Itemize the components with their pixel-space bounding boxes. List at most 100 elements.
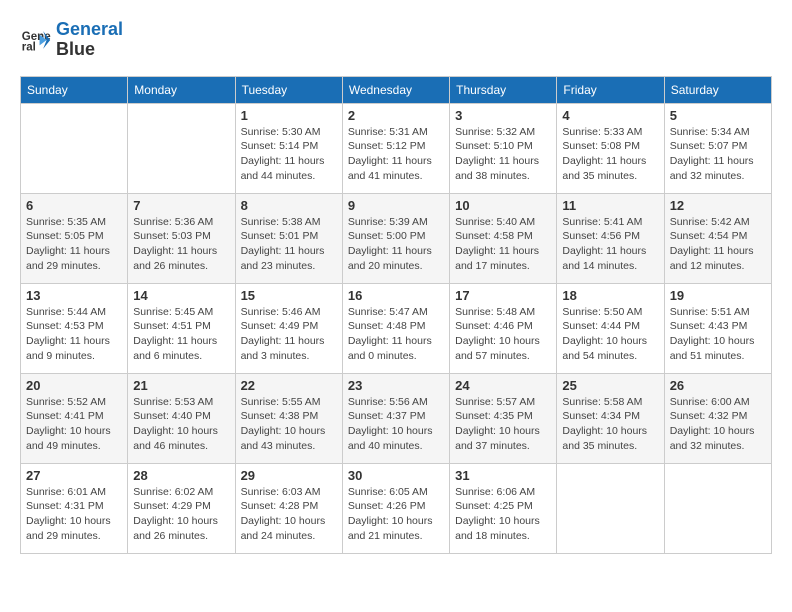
calendar-cell: 15Sunrise: 5:46 AM Sunset: 4:49 PM Dayli… xyxy=(235,283,342,373)
calendar-table: SundayMondayTuesdayWednesdayThursdayFrid… xyxy=(20,76,772,554)
calendar-cell: 29 Sunrise: 6:03 AM Sunset: 4:28 PM Dayli… xyxy=(235,463,342,553)
day-number: 30 xyxy=(348,468,444,483)
day-number: 9 xyxy=(348,198,444,213)
day-info: Sunrise: 6:00 AM Sunset: 4:32 PM Dayligh… xyxy=(670,395,766,454)
day-info: Sunrise: 5:55 AM Sunset: 4:38 PM Dayligh… xyxy=(241,395,337,454)
day-number: 18 xyxy=(562,288,658,303)
day-number: 11 xyxy=(562,198,658,213)
calendar-cell: 23 Sunrise: 5:56 AM Sunset: 4:37 PM Dayli… xyxy=(342,373,449,463)
day-info: Sunrise: 5:31 AM Sunset: 5:12 PM Dayligh… xyxy=(348,125,444,184)
day-number: 31 xyxy=(455,468,551,483)
calendar-cell: 7 Sunrise: 5:36 AM Sunset: 5:03 PM Daylig… xyxy=(128,193,235,283)
day-number: 21 xyxy=(133,378,229,393)
day-number: 12 xyxy=(670,198,766,213)
weekday-header-thursday: Thursday xyxy=(450,76,557,103)
day-number: 22 xyxy=(241,378,337,393)
calendar-cell: 8 Sunrise: 5:38 AM Sunset: 5:01 PM Daylig… xyxy=(235,193,342,283)
day-info: Sunrise: 5:48 AM Sunset: 4:46 PM Dayligh… xyxy=(455,305,551,364)
day-info: Sunrise: 5:41 AM Sunset: 4:56 PM Dayligh… xyxy=(562,215,658,274)
day-number: 8 xyxy=(241,198,337,213)
page-header: Gene ral General Blue xyxy=(20,20,772,60)
calendar-cell: 16Sunrise: 5:47 AM Sunset: 4:48 PM Dayli… xyxy=(342,283,449,373)
day-info: Sunrise: 5:30 AM Sunset: 5:14 PM Dayligh… xyxy=(241,125,337,184)
day-number: 29 xyxy=(241,468,337,483)
calendar-cell xyxy=(664,463,771,553)
day-number: 7 xyxy=(133,198,229,213)
day-info: Sunrise: 5:36 AM Sunset: 5:03 PM Dayligh… xyxy=(133,215,229,274)
day-number: 4 xyxy=(562,108,658,123)
weekday-header-row: SundayMondayTuesdayWednesdayThursdayFrid… xyxy=(21,76,772,103)
day-info: Sunrise: 5:51 AM Sunset: 4:43 PM Dayligh… xyxy=(670,305,766,364)
day-info: Sunrise: 5:44 AM Sunset: 4:53 PM Dayligh… xyxy=(26,305,122,364)
weekday-header-sunday: Sunday xyxy=(21,76,128,103)
calendar-cell: 25Sunrise: 5:58 AM Sunset: 4:34 PM Dayli… xyxy=(557,373,664,463)
calendar-cell: 2 Sunrise: 5:31 AM Sunset: 5:12 PM Daylig… xyxy=(342,103,449,193)
calendar-cell: 17 Sunrise: 5:48 AM Sunset: 4:46 PM Dayli… xyxy=(450,283,557,373)
week-row-3: 13 Sunrise: 5:44 AM Sunset: 4:53 PM Dayli… xyxy=(21,283,772,373)
calendar-cell: 3 Sunrise: 5:32 AM Sunset: 5:10 PM Daylig… xyxy=(450,103,557,193)
day-info: Sunrise: 6:01 AM Sunset: 4:31 PM Dayligh… xyxy=(26,485,122,544)
day-info: Sunrise: 5:38 AM Sunset: 5:01 PM Dayligh… xyxy=(241,215,337,274)
calendar-cell: 20 Sunrise: 5:52 AM Sunset: 4:41 PM Dayli… xyxy=(21,373,128,463)
weekday-header-monday: Monday xyxy=(128,76,235,103)
day-info: Sunrise: 5:58 AM Sunset: 4:34 PM Dayligh… xyxy=(562,395,658,454)
weekday-header-tuesday: Tuesday xyxy=(235,76,342,103)
day-number: 14 xyxy=(133,288,229,303)
day-info: Sunrise: 5:40 AM Sunset: 4:58 PM Dayligh… xyxy=(455,215,551,274)
day-info: Sunrise: 5:47 AM Sunset: 4:48 PM Dayligh… xyxy=(348,305,444,364)
day-info: Sunrise: 6:03 AM Sunset: 4:28 PM Dayligh… xyxy=(241,485,337,544)
day-info: Sunrise: 5:32 AM Sunset: 5:10 PM Dayligh… xyxy=(455,125,551,184)
day-number: 2 xyxy=(348,108,444,123)
week-row-5: 27 Sunrise: 6:01 AM Sunset: 4:31 PM Dayli… xyxy=(21,463,772,553)
calendar-cell: 26 Sunrise: 6:00 AM Sunset: 4:32 PM Dayli… xyxy=(664,373,771,463)
svg-text:ral: ral xyxy=(22,41,36,53)
day-info: Sunrise: 6:02 AM Sunset: 4:29 PM Dayligh… xyxy=(133,485,229,544)
day-info: Sunrise: 5:56 AM Sunset: 4:37 PM Dayligh… xyxy=(348,395,444,454)
day-number: 28 xyxy=(133,468,229,483)
day-info: Sunrise: 5:34 AM Sunset: 5:07 PM Dayligh… xyxy=(670,125,766,184)
calendar-cell: 9 Sunrise: 5:39 AM Sunset: 5:00 PM Daylig… xyxy=(342,193,449,283)
day-number: 13 xyxy=(26,288,122,303)
calendar-cell: 22 Sunrise: 5:55 AM Sunset: 4:38 PM Dayli… xyxy=(235,373,342,463)
day-info: Sunrise: 5:35 AM Sunset: 5:05 PM Dayligh… xyxy=(26,215,122,274)
calendar-cell: 12 Sunrise: 5:42 AM Sunset: 4:54 PM Dayli… xyxy=(664,193,771,283)
day-info: Sunrise: 5:50 AM Sunset: 4:44 PM Dayligh… xyxy=(562,305,658,364)
day-info: Sunrise: 5:39 AM Sunset: 5:00 PM Dayligh… xyxy=(348,215,444,274)
logo-icon: Gene ral xyxy=(20,24,52,56)
calendar-cell: 6Sunrise: 5:35 AM Sunset: 5:05 PM Daylig… xyxy=(21,193,128,283)
calendar-cell: 14Sunrise: 5:45 AM Sunset: 4:51 PM Dayli… xyxy=(128,283,235,373)
day-info: Sunrise: 6:05 AM Sunset: 4:26 PM Dayligh… xyxy=(348,485,444,544)
day-number: 3 xyxy=(455,108,551,123)
day-info: Sunrise: 5:52 AM Sunset: 4:41 PM Dayligh… xyxy=(26,395,122,454)
calendar-cell: 28 Sunrise: 6:02 AM Sunset: 4:29 PM Dayli… xyxy=(128,463,235,553)
day-info: Sunrise: 5:53 AM Sunset: 4:40 PM Dayligh… xyxy=(133,395,229,454)
day-number: 27 xyxy=(26,468,122,483)
calendar-cell: 30 Sunrise: 6:05 AM Sunset: 4:26 PM Dayli… xyxy=(342,463,449,553)
weekday-header-saturday: Saturday xyxy=(664,76,771,103)
weekday-header-wednesday: Wednesday xyxy=(342,76,449,103)
calendar-cell: 1 Sunrise: 5:30 AM Sunset: 5:14 PM Daylig… xyxy=(235,103,342,193)
day-number: 24 xyxy=(455,378,551,393)
week-row-2: 6Sunrise: 5:35 AM Sunset: 5:05 PM Daylig… xyxy=(21,193,772,283)
day-number: 20 xyxy=(26,378,122,393)
calendar-cell xyxy=(557,463,664,553)
day-number: 1 xyxy=(241,108,337,123)
weekday-header-friday: Friday xyxy=(557,76,664,103)
calendar-cell: 18 Sunrise: 5:50 AM Sunset: 4:44 PM Dayli… xyxy=(557,283,664,373)
day-info: Sunrise: 5:57 AM Sunset: 4:35 PM Dayligh… xyxy=(455,395,551,454)
calendar-cell: 19 Sunrise: 5:51 AM Sunset: 4:43 PM Dayli… xyxy=(664,283,771,373)
day-number: 23 xyxy=(348,378,444,393)
day-number: 17 xyxy=(455,288,551,303)
week-row-4: 20 Sunrise: 5:52 AM Sunset: 4:41 PM Dayli… xyxy=(21,373,772,463)
day-number: 26 xyxy=(670,378,766,393)
day-number: 5 xyxy=(670,108,766,123)
calendar-cell: 31Sunrise: 6:06 AM Sunset: 4:25 PM Dayli… xyxy=(450,463,557,553)
day-info: Sunrise: 5:42 AM Sunset: 4:54 PM Dayligh… xyxy=(670,215,766,274)
calendar-cell xyxy=(21,103,128,193)
calendar-cell: 13 Sunrise: 5:44 AM Sunset: 4:53 PM Dayli… xyxy=(21,283,128,373)
day-info: Sunrise: 5:46 AM Sunset: 4:49 PM Dayligh… xyxy=(241,305,337,364)
day-number: 19 xyxy=(670,288,766,303)
week-row-1: 1 Sunrise: 5:30 AM Sunset: 5:14 PM Daylig… xyxy=(21,103,772,193)
calendar-cell: 21 Sunrise: 5:53 AM Sunset: 4:40 PM Dayli… xyxy=(128,373,235,463)
logo: Gene ral General Blue xyxy=(20,20,123,60)
